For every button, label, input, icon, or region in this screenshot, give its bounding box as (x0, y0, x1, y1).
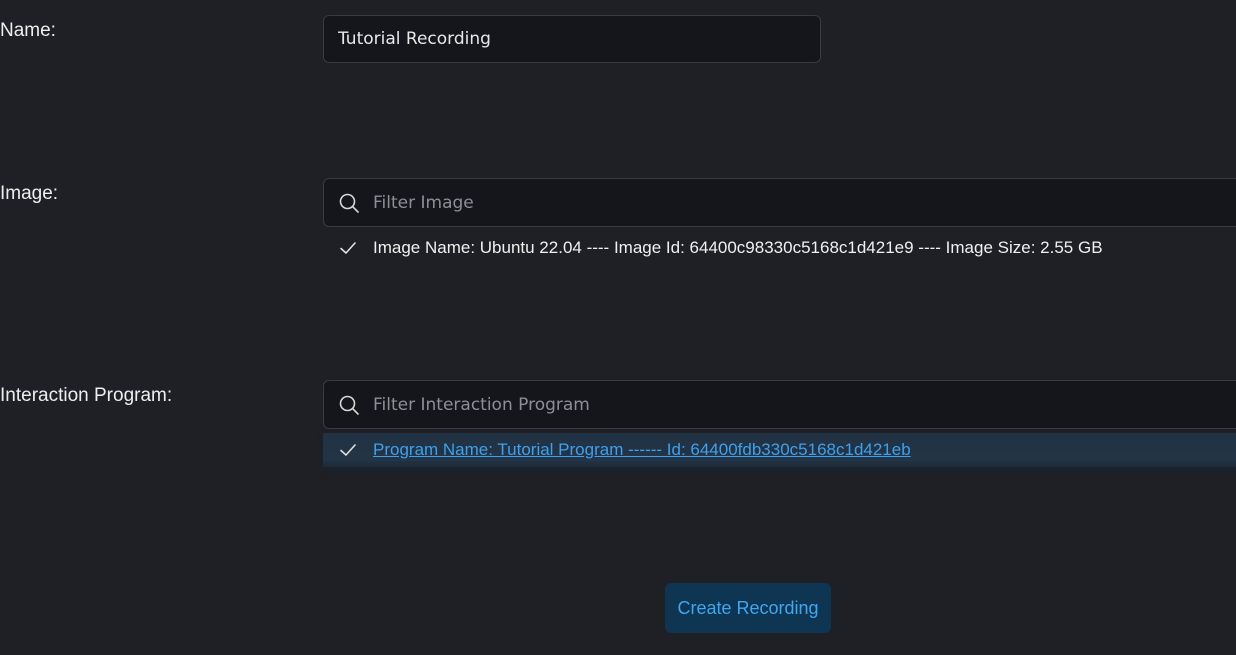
image-filter-input[interactable] (373, 179, 1236, 226)
name-input[interactable] (323, 15, 821, 63)
create-recording-button[interactable]: Create Recording (665, 583, 831, 633)
image-option[interactable]: Image Name: Ubuntu 22.04 ---- Image Id: … (323, 231, 1236, 265)
interaction-program-option[interactable]: Program Name: Tutorial Program ------ Id… (323, 433, 1236, 467)
check-icon (340, 444, 356, 456)
create-recording-form: Name: Image: Image Name: Ubuntu 22.04 --… (0, 0, 1236, 655)
interaction-program-filter-input[interactable] (373, 381, 1236, 428)
search-icon (339, 395, 359, 415)
search-icon (339, 193, 359, 213)
interaction-program-label: Interaction Program: (0, 385, 173, 406)
image-option-label: Image Name: Ubuntu 22.04 ---- Image Id: … (373, 238, 1103, 257)
check-icon (340, 242, 356, 254)
interaction-program-filter[interactable] (323, 380, 1236, 429)
name-label: Name: (0, 20, 56, 41)
image-filter[interactable] (323, 178, 1236, 227)
interaction-program-option-label[interactable]: Program Name: Tutorial Program ------ Id… (373, 440, 911, 460)
image-label: Image: (0, 183, 59, 204)
